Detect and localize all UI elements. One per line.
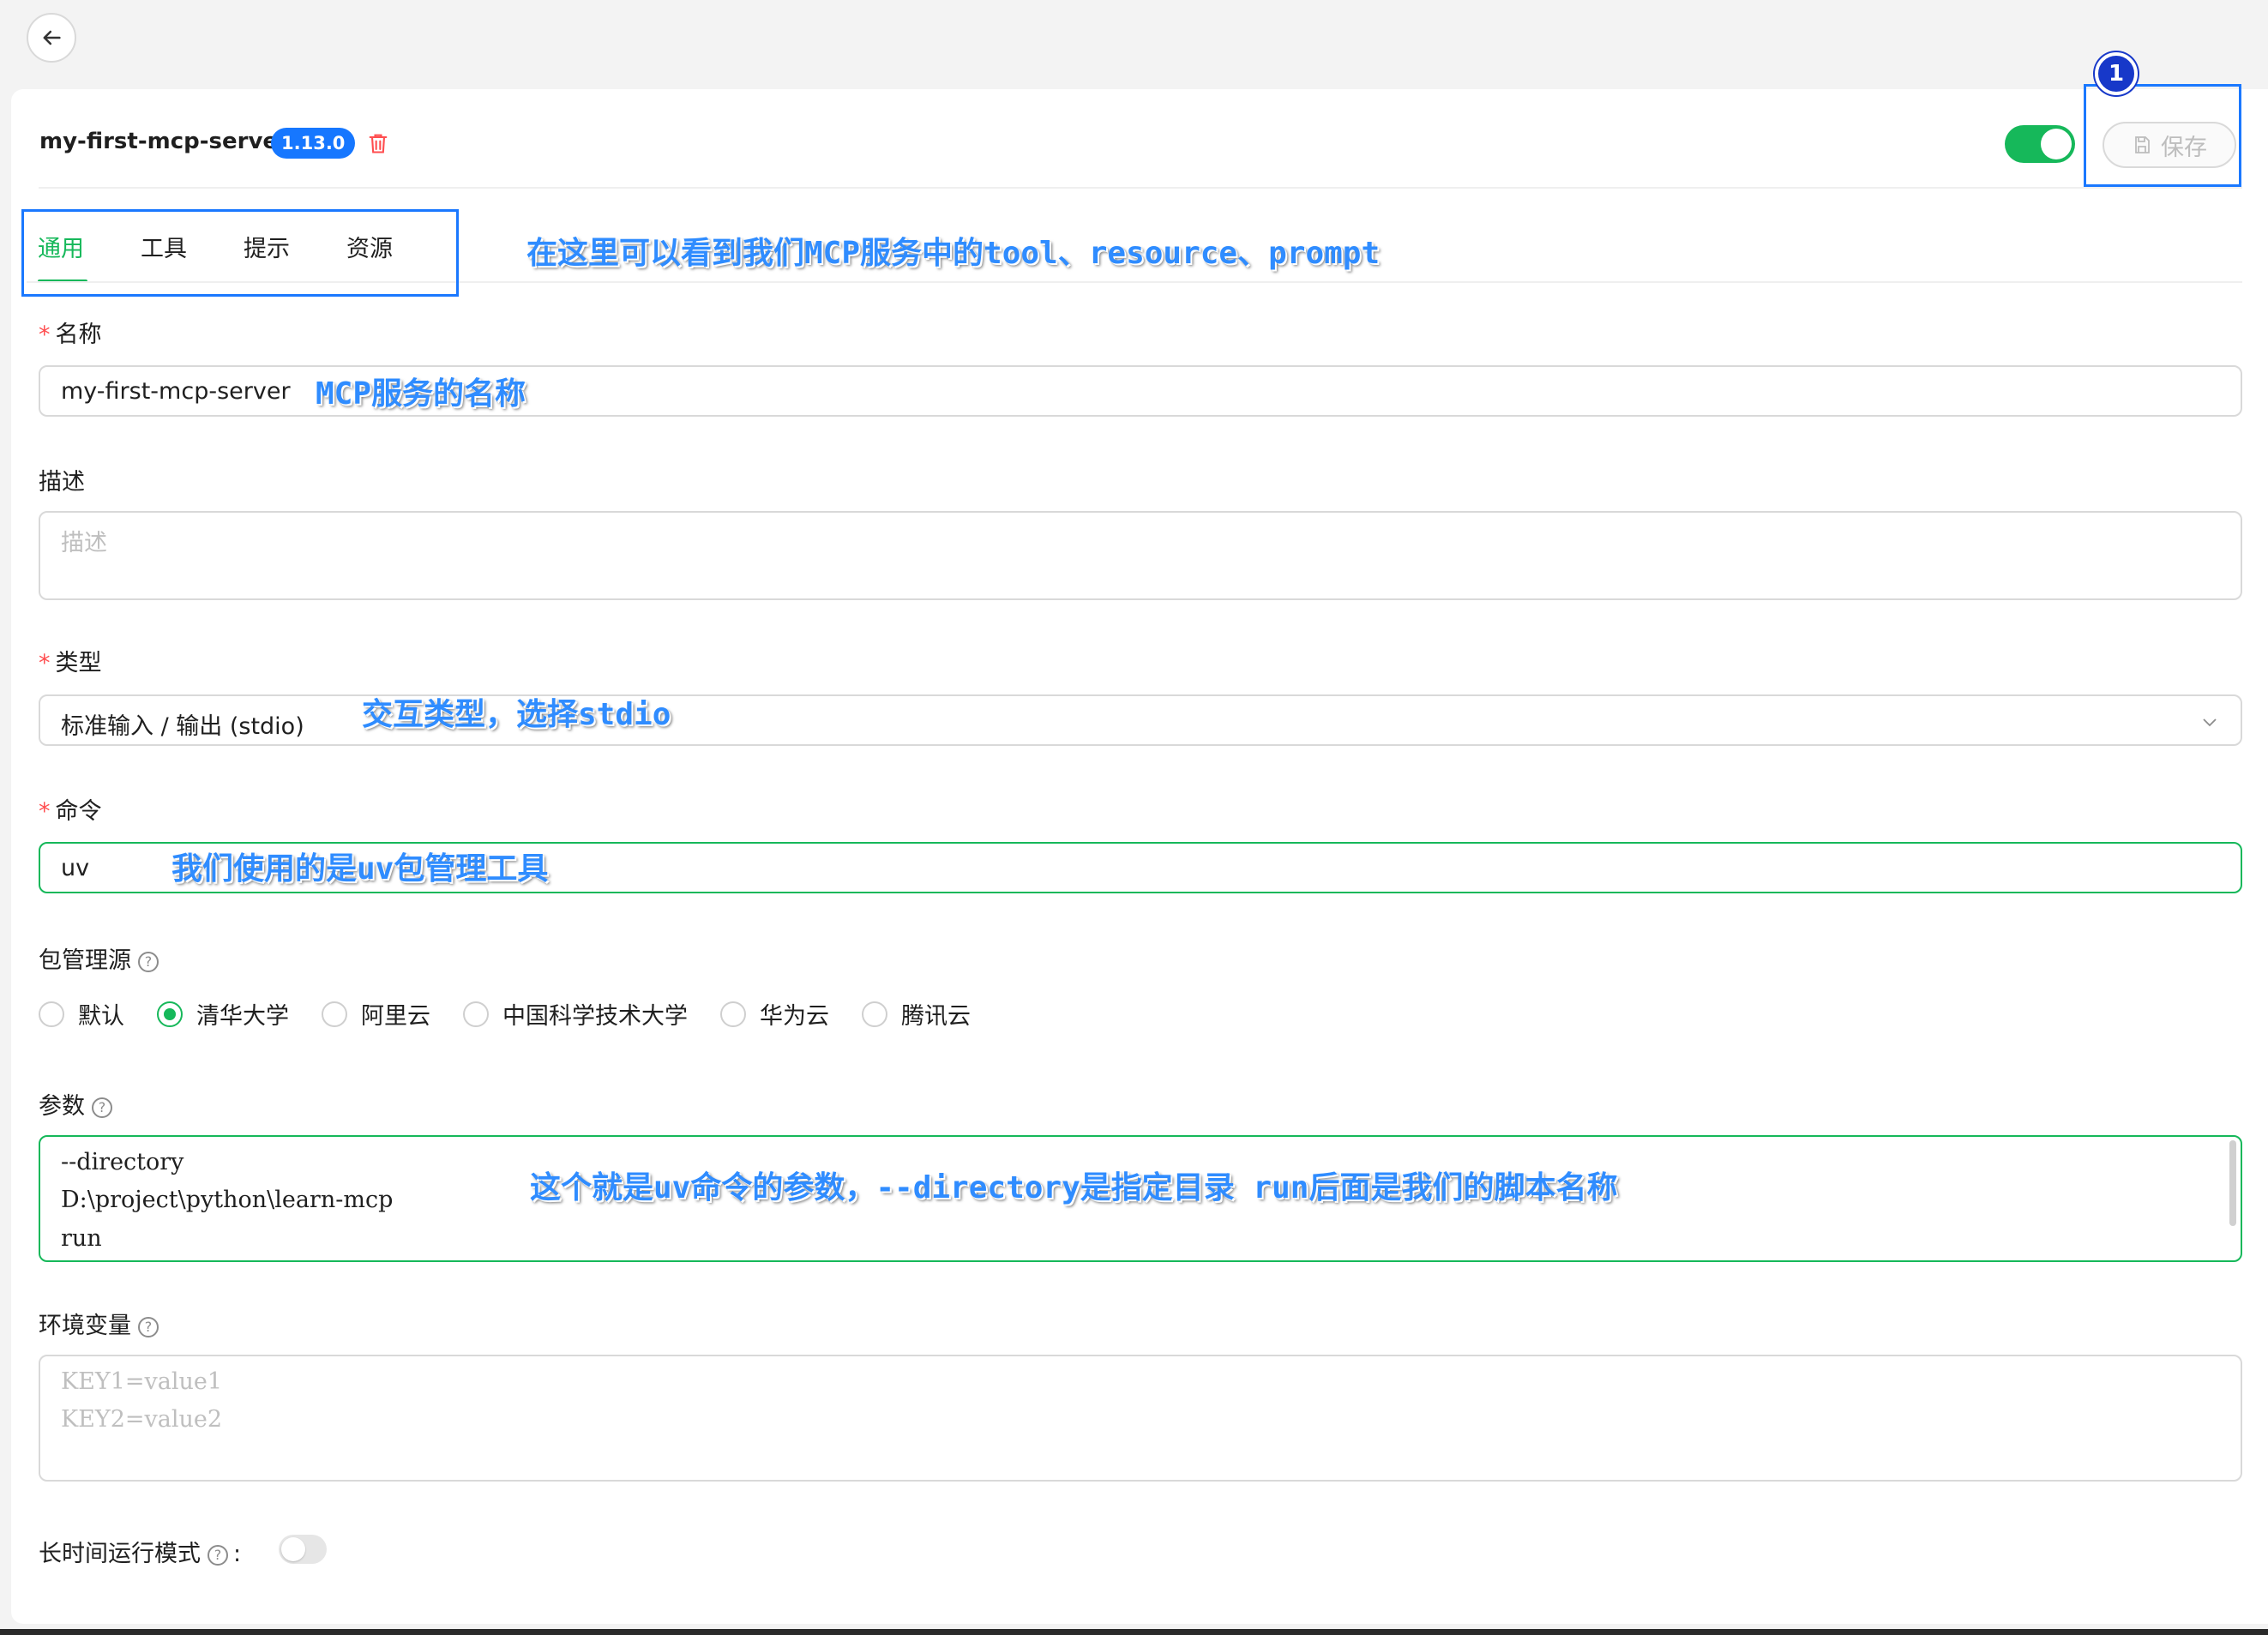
type-label: * 类型 — [39, 650, 102, 676]
name-input-value: my-first-mcp-server — [61, 378, 291, 405]
name-annotation: MCP服务的名称 — [316, 376, 526, 412]
tabs-callout-box — [21, 209, 459, 297]
server-enabled-toggle[interactable] — [2005, 125, 2075, 163]
type-annotation: 交互类型，选择stdio — [362, 697, 671, 732]
tabs-annotation: 在这里可以看到我们MCP服务中的tool、resource、prompt — [526, 236, 1381, 271]
window-bottom-edge — [0, 1629, 2268, 1635]
package-source-radio-group: 默认 清华大学 阿里云 中国科学技术大学 华为云 腾讯云 — [39, 997, 1003, 1031]
server-name-title: my-first-mcp-server — [39, 129, 289, 154]
description-input[interactable]: 描述 — [39, 511, 2242, 600]
command-input-value: uv — [61, 855, 90, 881]
command-label: * 命令 — [39, 798, 102, 825]
description-placeholder: 描述 — [61, 530, 107, 556]
description-label: 描述 — [39, 469, 85, 496]
chevron-down-icon — [2203, 718, 2217, 727]
radio-option-ustc[interactable]: 中国科学技术大学 — [463, 997, 688, 1031]
env-textarea[interactable]: KEY1=value1 KEY2=value2 — [39, 1355, 2242, 1482]
save-callout-box — [2084, 84, 2241, 187]
args-annotation: 这个就是uv命令的参数，--directory是指定目录 run后面是我们的脚本… — [530, 1170, 1618, 1205]
radio-option-tencent[interactable]: 腾讯云 — [862, 997, 971, 1031]
args-line: run — [61, 1225, 102, 1252]
args-line: D:\project\python\learn-mcp — [61, 1187, 394, 1213]
delete-button[interactable] — [366, 130, 390, 159]
name-label: * 名称 — [39, 322, 102, 348]
back-button[interactable] — [27, 13, 76, 63]
env-label: 环境变量? — [39, 1307, 159, 1340]
header-divider — [39, 187, 2242, 189]
trash-icon — [369, 134, 388, 153]
long-running-label: 长时间运行模式?: — [39, 1541, 242, 1567]
help-icon[interactable]: ? — [92, 1097, 112, 1118]
long-running-toggle[interactable] — [279, 1535, 327, 1564]
args-label: 参数? — [39, 1087, 112, 1121]
package-source-label: 包管理源? — [39, 941, 159, 975]
callout-number-badge: 1 — [2095, 52, 2138, 95]
radio-option-aliyun[interactable]: 阿里云 — [322, 997, 430, 1031]
type-select-value: 标准输入 / 输出 (stdio) — [61, 713, 304, 740]
env-placeholder-line: KEY1=value1 — [61, 1368, 223, 1395]
args-scrollbar[interactable] — [2229, 1140, 2236, 1226]
version-badge: 1.13.0 — [271, 128, 356, 159]
help-icon[interactable]: ? — [138, 1316, 159, 1337]
command-annotation: 我们使用的是uv包管理工具 — [171, 851, 549, 887]
help-icon[interactable]: ? — [138, 951, 159, 972]
radio-option-tsinghua[interactable]: 清华大学 — [157, 997, 289, 1031]
env-placeholder-line: KEY2=value2 — [61, 1406, 223, 1433]
radio-option-default[interactable]: 默认 — [39, 997, 124, 1031]
radio-option-huawei[interactable]: 华为云 — [720, 997, 829, 1031]
help-icon[interactable]: ? — [208, 1544, 228, 1566]
arrow-left-icon — [43, 30, 61, 45]
args-line: --directory — [61, 1149, 184, 1175]
